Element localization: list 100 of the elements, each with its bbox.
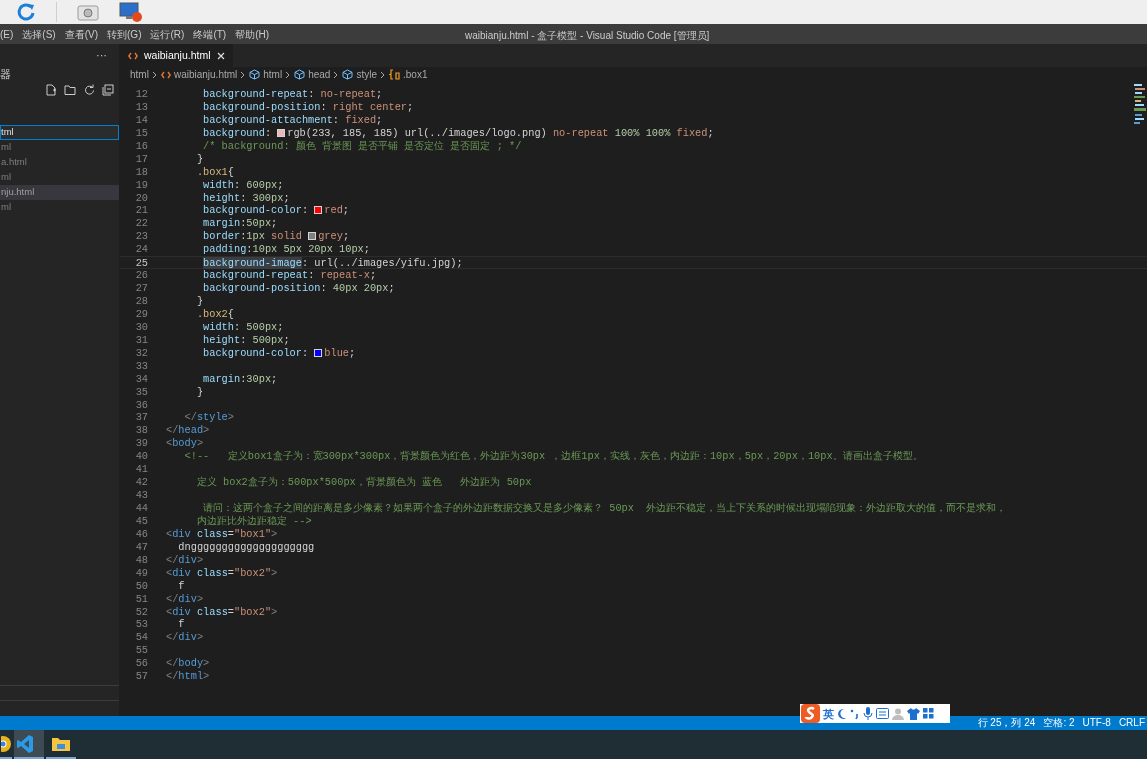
keyboard-icon[interactable] (876, 708, 889, 719)
refresh-icon[interactable] (83, 84, 95, 96)
code-line: </div> (166, 592, 204, 606)
code-line: width: 600px; (202, 178, 284, 192)
menu-item[interactable]: 终端(T) (193, 26, 227, 42)
code-line: background-repeat: repeat-x; (202, 269, 377, 283)
color-swatch[interactable] (314, 348, 323, 357)
code-icon (128, 51, 138, 60)
line-number: 46 (134, 527, 148, 541)
shirt-icon[interactable] (907, 707, 920, 720)
line-number: 38 (134, 424, 148, 438)
line-number: 21 (134, 204, 148, 218)
input-mode[interactable]: 英 (823, 706, 834, 721)
line-number: 39 (134, 437, 148, 451)
menu-item[interactable]: 选择(S) (22, 26, 56, 42)
breadcrumb-item[interactable]: head (308, 67, 331, 82)
bracket-icon (389, 69, 400, 80)
code-line: width: 500px; (202, 320, 284, 334)
code-line: } (195, 385, 204, 399)
file-item[interactable]: ml (0, 140, 119, 155)
menu-item[interactable]: 运行(R) (150, 26, 185, 42)
line-number: 22 (134, 217, 148, 231)
microphone-icon[interactable] (863, 707, 873, 720)
code-line: .box1{ (195, 165, 234, 179)
line-number: 45 (134, 514, 148, 528)
code-line: background-attachment: fixed; (202, 113, 383, 127)
line-number: 35 (134, 385, 148, 399)
code-line: /* background: 颜色 背景图 是否平铺 是否定位 是否固定 ; */ (202, 139, 522, 153)
line-number: 37 (134, 411, 148, 425)
breadcrumb-item[interactable]: waibianju.html (173, 67, 238, 82)
line-number: 30 (134, 320, 148, 334)
breadcrumb-item[interactable]: .box1 (403, 67, 428, 82)
more-actions[interactable]: ··· (96, 47, 107, 64)
line-number: 31 (134, 333, 148, 347)
status-item[interactable]: 空格: 2 (1043, 716, 1075, 730)
code-text: grey; (318, 230, 350, 244)
ime-logo-icon[interactable] (801, 704, 820, 723)
punctuation-icon[interactable] (850, 707, 860, 720)
window-title: waibianju.html - 盒子模型 - Visual Studio Code [管理员] (465, 29, 710, 43)
code-line: 定义 box2盒子为：500px*500px，背景颜色为 蓝色 外边距为 50px (195, 476, 532, 490)
code-line: <body> (166, 437, 204, 451)
code-line: <div class="box2"> (166, 605, 278, 619)
line-number: 49 (134, 566, 148, 580)
line-number: 33 (134, 359, 148, 373)
status-item[interactable]: UTF-8 (1082, 716, 1111, 730)
code-text: red; (324, 204, 350, 218)
line-number: 44 (134, 502, 148, 515)
code-line: f (177, 579, 185, 593)
grid-icon[interactable] (923, 708, 934, 719)
line-number: 27 (134, 282, 148, 295)
cube-icon (294, 69, 306, 80)
file-item[interactable]: tml (0, 125, 119, 140)
line-number: 12 (134, 88, 148, 101)
monitor-icon[interactable] (119, 2, 143, 22)
code-line: dngggggggggggggggggggg (177, 540, 315, 554)
line-number: 50 (134, 579, 148, 593)
menu-item[interactable]: 帮助(H) (235, 26, 270, 42)
color-swatch[interactable] (277, 128, 286, 137)
code-line: </style> (183, 411, 234, 425)
line-number: 51 (134, 592, 148, 606)
status-item[interactable]: 行 25，列 24 (977, 716, 1036, 730)
moon-icon[interactable] (837, 707, 847, 720)
chevron-icon (285, 70, 292, 79)
status-item[interactable]: CRLF (1118, 716, 1145, 730)
file-item[interactable]: a.html (0, 155, 119, 170)
collapse-icon[interactable] (102, 84, 114, 96)
menu-item[interactable]: 查看(V) (64, 26, 99, 42)
code-line: background-position: right center; (202, 100, 414, 114)
code-line: <div class="box2"> (166, 566, 278, 580)
line-number: 19 (134, 178, 148, 192)
chevron-icon (240, 70, 247, 79)
new-folder-icon[interactable] (64, 84, 76, 96)
color-swatch[interactable] (308, 232, 317, 241)
color-swatch[interactable] (314, 206, 323, 215)
line-number: 26 (134, 269, 148, 283)
file-item[interactable]: ml (0, 170, 119, 185)
file-item[interactable]: nju.html (0, 185, 119, 200)
line-number: 15 (134, 126, 148, 140)
menu-item[interactable]: (E) (0, 26, 14, 42)
code-line: background-position: 40px 20px; (202, 282, 395, 295)
line-number: 28 (134, 295, 148, 308)
file-item[interactable]: ml (0, 200, 119, 215)
code-line: </html> (166, 670, 210, 684)
breadcrumb-item[interactable]: html (263, 67, 283, 82)
line-number: 52 (134, 605, 148, 619)
line-number: 54 (134, 631, 148, 645)
new-file-icon[interactable] (45, 84, 57, 96)
line-number: 18 (134, 165, 148, 179)
breadcrumb-item[interactable]: html (130, 67, 149, 82)
line-number: 14 (134, 113, 148, 127)
menu-item[interactable]: 转到(G) (107, 26, 142, 42)
line-number: 23 (134, 230, 148, 244)
code-line: margin:30px; (202, 372, 278, 386)
editor-tab[interactable]: waibianju.html (120, 44, 233, 67)
breadcrumb-item[interactable]: style (356, 67, 377, 82)
code-text: rgb(233, 185, 185) url(../images/logo.png) no-repeat 100% 100% fixed; (287, 126, 714, 140)
camera-icon[interactable] (77, 3, 99, 21)
close-icon[interactable] (216, 51, 225, 60)
code-line: } (195, 295, 204, 308)
code-line: </div> (166, 553, 204, 567)
